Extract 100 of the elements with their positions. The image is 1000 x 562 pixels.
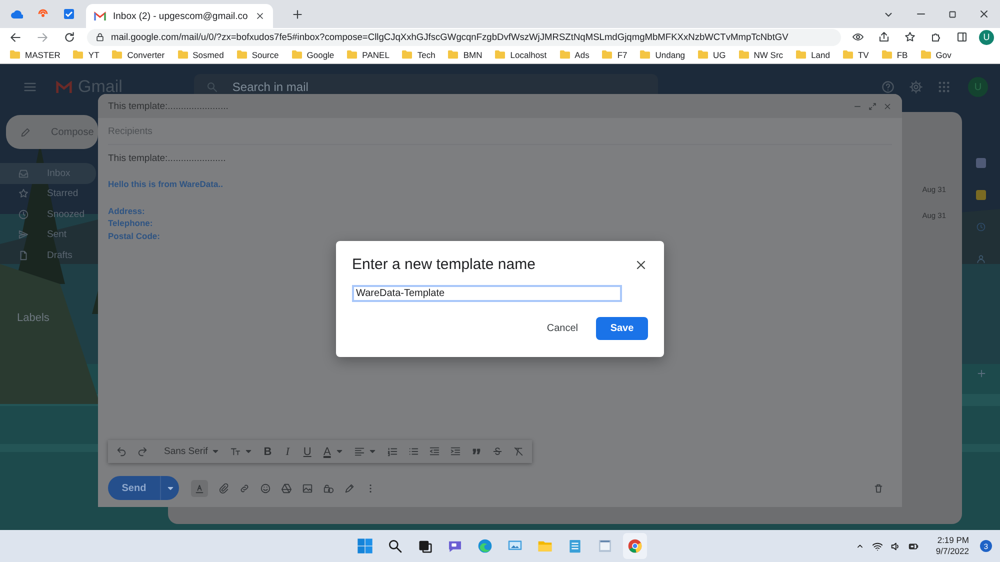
task-view-icon[interactable] bbox=[418, 538, 432, 554]
bookmark-folder[interactable]: MASTER bbox=[10, 50, 60, 60]
folder-icon bbox=[738, 50, 749, 59]
attach-icon[interactable] bbox=[218, 482, 229, 494]
bookmark-folder[interactable]: Google bbox=[292, 50, 334, 60]
quote-icon[interactable] bbox=[471, 446, 482, 457]
search-placeholder: Search in mail bbox=[232, 80, 308, 94]
bookmark-folder[interactable]: Sosmed bbox=[178, 50, 224, 60]
bookmark-folder[interactable]: UG bbox=[698, 50, 726, 60]
folder-icon bbox=[560, 50, 570, 59]
close-icon[interactable] bbox=[254, 11, 265, 21]
bookmark-folder[interactable]: Gov bbox=[920, 50, 952, 60]
clear-formatting-icon[interactable] bbox=[513, 446, 524, 457]
nav-icon bbox=[18, 168, 29, 179]
bookmark-folder[interactable]: TV bbox=[842, 50, 869, 60]
link-icon[interactable] bbox=[239, 482, 250, 494]
help-icon[interactable] bbox=[881, 80, 895, 94]
chrome-icon[interactable] bbox=[627, 538, 643, 554]
bookmark-folder[interactable]: YT bbox=[73, 50, 100, 60]
clock[interactable]: 2:19 PM 9/7/2022 bbox=[936, 535, 969, 557]
envelope-icon bbox=[94, 11, 106, 21]
bookmark-folder[interactable]: Undang bbox=[640, 50, 686, 60]
labels-heading: Labels bbox=[17, 312, 50, 324]
pen-icon[interactable] bbox=[344, 482, 355, 494]
compose-title: This template:....................... bbox=[108, 100, 228, 112]
forward-icon[interactable] bbox=[36, 30, 49, 44]
back-icon[interactable] bbox=[9, 30, 22, 44]
folder-icon bbox=[73, 50, 84, 59]
bookmark-folder[interactable]: Converter bbox=[112, 50, 165, 60]
indent-icon[interactable] bbox=[450, 446, 462, 457]
cancel-button[interactable]: Cancel bbox=[540, 319, 584, 338]
side-panel-icon[interactable] bbox=[956, 31, 968, 43]
text-format-icon bbox=[194, 482, 205, 494]
save-button[interactable]: Save bbox=[596, 317, 648, 340]
tasks-icon[interactable] bbox=[976, 222, 986, 232]
folder-icon bbox=[448, 50, 458, 59]
template-name-field[interactable]: WareData-Template bbox=[352, 285, 622, 302]
send-options-button[interactable] bbox=[160, 476, 179, 500]
signature-line: Address: bbox=[108, 204, 146, 217]
notepad-icon[interactable] bbox=[567, 538, 583, 554]
eye-icon[interactable] bbox=[852, 31, 864, 43]
folder-icon bbox=[698, 50, 708, 59]
bookmark-folder[interactable]: FB bbox=[882, 50, 908, 60]
folder-icon bbox=[495, 50, 506, 59]
expand-icon[interactable] bbox=[868, 102, 877, 110]
url-text: mail.google.com/mail/u/0/?zx=bofxudos7fe5#inbox?compose=CllgCJqXxhGJfscGWgcqnFzgbDvfWszWjJMRSZtNqMSLmdGjqmgMbMFKXxNzbWCTvMmpTcNbtGV bbox=[111, 32, 788, 42]
pencil-icon bbox=[20, 126, 31, 138]
edge-icon[interactable] bbox=[477, 538, 493, 554]
nav-icon bbox=[18, 250, 29, 261]
tab-title: Inbox (2) - upgescom@gmail.co bbox=[113, 10, 248, 22]
share-icon[interactable] bbox=[878, 31, 890, 43]
bookmark-folder[interactable]: Source bbox=[236, 50, 279, 60]
apps-grid-icon[interactable] bbox=[937, 80, 951, 94]
clock-date: 9/7/2022 bbox=[936, 546, 969, 557]
drive-icon[interactable] bbox=[281, 482, 292, 494]
browser-tab[interactable]: Inbox (2) - upgescom@gmail.co bbox=[86, 4, 273, 28]
bookmark-folder[interactable]: Ads bbox=[560, 50, 590, 60]
plus-icon[interactable] bbox=[290, 8, 304, 20]
star-icon[interactable] bbox=[904, 31, 916, 43]
strikethrough-icon[interactable] bbox=[492, 446, 504, 457]
address-bar[interactable]: mail.google.com/mail/u/0/?zx=bofxudos7fe5#inbox?compose=CllgCJqXxhGJfscGWgcqnFzgbDvfWszWjJMRSZtNqMSLmdGjqmgMbMFKXxNzbWCTvMmpTcNbtGV bbox=[87, 28, 841, 46]
bookmark-folder[interactable]: Land bbox=[796, 50, 830, 60]
bookmark-folder[interactable]: Localhost bbox=[495, 50, 547, 60]
reload-icon[interactable] bbox=[63, 30, 76, 44]
undo-icon[interactable] bbox=[116, 446, 127, 457]
emoji-icon[interactable] bbox=[260, 482, 271, 494]
formatting-options-button[interactable] bbox=[191, 480, 208, 496]
bookmark-folder[interactable]: F7 bbox=[602, 50, 628, 60]
signature-line: Telephone: bbox=[108, 217, 154, 230]
outdent-icon[interactable] bbox=[429, 446, 440, 457]
numbered-list-icon[interactable] bbox=[387, 446, 398, 457]
lock-clock-icon[interactable] bbox=[323, 482, 334, 494]
puzzle-icon[interactable] bbox=[930, 31, 942, 43]
add-icon[interactable] bbox=[976, 368, 986, 379]
bookmark-folder[interactable]: Tech bbox=[402, 50, 436, 60]
lock-icon[interactable] bbox=[95, 32, 105, 42]
trash-icon[interactable] bbox=[873, 482, 884, 494]
nav-icon bbox=[18, 208, 29, 220]
image-icon[interactable] bbox=[302, 482, 313, 494]
profile-avatar[interactable]: U bbox=[979, 30, 994, 44]
redo-icon[interactable] bbox=[137, 446, 148, 457]
maximize-icon[interactable] bbox=[947, 8, 958, 20]
folder-icon bbox=[640, 50, 650, 59]
bookmark-folder[interactable]: BMN bbox=[448, 50, 482, 60]
windows-icon[interactable] bbox=[357, 538, 373, 554]
bookmark-folder[interactable]: PANEL bbox=[347, 50, 390, 60]
menu-icon[interactable] bbox=[23, 80, 37, 94]
bookmark-folder[interactable]: NW Src bbox=[738, 50, 784, 60]
folder-icon bbox=[920, 50, 931, 59]
settings-icon[interactable] bbox=[909, 80, 923, 94]
volume-icon[interactable] bbox=[890, 540, 901, 552]
close-icon[interactable] bbox=[978, 8, 990, 20]
contacts-icon[interactable] bbox=[976, 254, 986, 264]
align-icon[interactable] bbox=[354, 446, 366, 457]
wifi-icon[interactable] bbox=[872, 540, 883, 552]
text-size-icon[interactable] bbox=[230, 446, 241, 457]
folder-icon bbox=[292, 50, 302, 59]
bulleted-list-icon[interactable] bbox=[408, 446, 420, 457]
cloud-icon bbox=[11, 10, 23, 18]
search-icon[interactable] bbox=[387, 538, 403, 554]
